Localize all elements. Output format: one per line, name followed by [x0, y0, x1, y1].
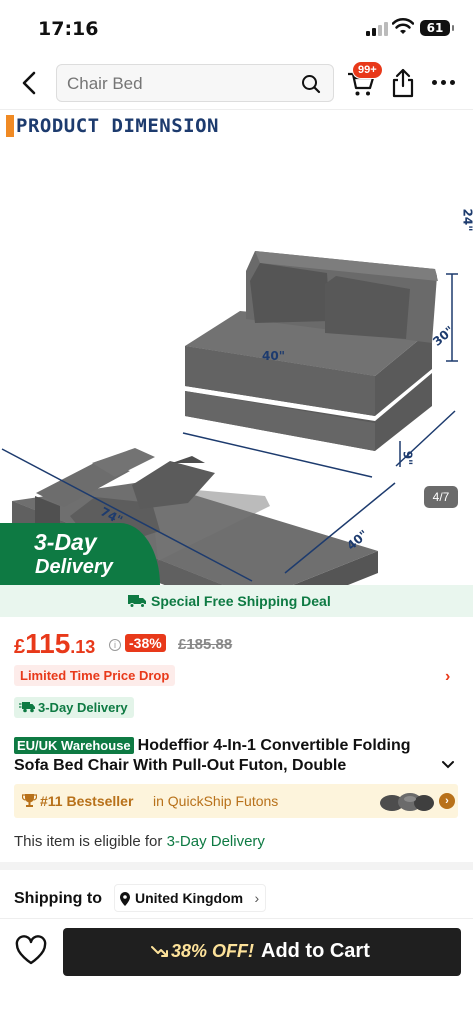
status-time: 17:16 — [38, 18, 99, 40]
trend-down-icon — [151, 946, 168, 957]
bestseller-rank: #11 Bestseller — [40, 793, 134, 809]
share-icon[interactable] — [390, 68, 416, 98]
chevron-right-icon: › — [254, 890, 260, 906]
cart-count-badge: 99+ — [352, 61, 383, 79]
shipping-to-label: Shipping to — [14, 890, 102, 907]
image-page-indicator: 4/7 — [424, 486, 458, 508]
chevron-right-circle-icon[interactable]: › — [439, 793, 455, 809]
truck-icon — [128, 595, 146, 608]
back-arrow-icon[interactable] — [18, 70, 42, 96]
eligibility-highlight: 3-Day Delivery — [166, 833, 265, 850]
eligibility-prefix: This item is eligible for — [14, 833, 163, 850]
price: £115.13 — [14, 628, 95, 660]
bestseller-banner[interactable]: #11 Bestseller in QuickShip Futons › — [14, 784, 458, 818]
dimension-heading: PRODUCT DIMENSION — [6, 115, 219, 137]
section-divider — [0, 862, 473, 870]
shipping-location-selector[interactable]: United Kingdom › — [114, 884, 267, 912]
battery-icon: 61 — [420, 20, 454, 36]
chair-form-illustration — [185, 251, 438, 451]
three-day-delivery-label: 3-Day Delivery — [38, 700, 128, 715]
shipping-deal-label: Special Free Shipping Deal — [151, 593, 331, 609]
search-bar[interactable] — [56, 64, 334, 102]
top-nav: 99+ — [0, 58, 473, 110]
chevron-down-icon[interactable] — [441, 760, 455, 770]
discount-badge: -38% — [125, 634, 166, 652]
wishlist-heart-icon[interactable] — [14, 934, 48, 966]
divider — [0, 918, 473, 919]
wifi-icon — [392, 18, 414, 34]
add-to-cart-label: Add to Cart — [261, 940, 370, 962]
location-pin-icon — [120, 892, 130, 906]
height-dimension-label: 24" — [460, 208, 473, 232]
limited-time-badge[interactable]: Limited Time Price Drop — [14, 665, 176, 686]
price-decimal: .13 — [70, 637, 96, 657]
related-products-thumbnails — [380, 793, 434, 811]
status-bar: 17:16 61 — [0, 0, 473, 58]
delivery-tag-line2: Delivery — [35, 556, 113, 578]
width-dimension-label: 40" — [262, 349, 285, 363]
thickness-dimension-label: 9" — [400, 450, 415, 466]
trophy-icon — [22, 794, 37, 807]
add-to-cart-discount: 38% OFF! — [171, 941, 255, 961]
shipping-location: United Kingdom — [135, 890, 244, 906]
search-input[interactable] — [67, 72, 292, 96]
three-day-delivery-badge: 3-Day Delivery — [14, 697, 134, 718]
delivery-tag-line1: 3-Day — [34, 529, 97, 555]
original-price: £185.88 — [178, 636, 233, 653]
eligibility-note: This item is eligible for 3-Day Delivery — [14, 833, 265, 850]
fast-truck-icon — [19, 702, 35, 713]
bestseller-category: in QuickShip Futons — [153, 793, 279, 809]
cellular-signal-icon — [366, 22, 388, 36]
price-info-icon[interactable]: i — [109, 639, 121, 651]
product-title[interactable]: EU/UK Warehouse Hodeffior 4-In-1 Converti… — [14, 736, 439, 776]
sofa-bed-illustration — [1, 251, 458, 585]
price-whole: 115 — [25, 628, 71, 659]
more-options-icon[interactable] — [430, 80, 458, 88]
add-to-cart-button[interactable]: 38% OFF! Add to Cart — [63, 928, 461, 976]
search-icon[interactable] — [301, 74, 321, 94]
delivery-promo-tag: 3-Day Delivery — [0, 523, 160, 585]
shipping-deal-banner[interactable]: Special Free Shipping Deal — [0, 585, 473, 617]
warehouse-badge: EU/UK Warehouse — [14, 737, 134, 754]
price-currency: £ — [14, 636, 26, 658]
chevron-right-icon[interactable]: › — [445, 668, 450, 686]
product-image-carousel[interactable]: PRODUCT DIMENSION 24" 40" 30" 9" 40" 74"… — [0, 111, 473, 585]
